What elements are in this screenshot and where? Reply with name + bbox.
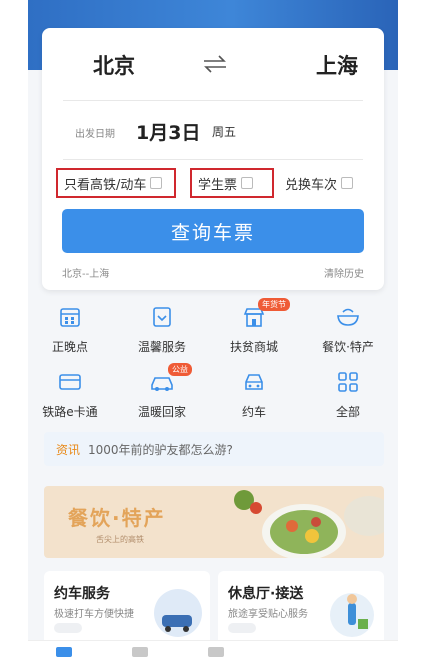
ticket-search-card: 北京 上海 出发日期 1月3日 周五 只看高铁/动车 学生票 兑换车次 查询车票… bbox=[42, 28, 384, 290]
bowl-icon bbox=[337, 308, 359, 326]
service-icon bbox=[153, 307, 171, 327]
service-label: 全部 bbox=[335, 405, 360, 419]
card-icon bbox=[59, 374, 81, 390]
ride-illustration bbox=[154, 589, 202, 637]
promo-subtitle: 舌尖上的高铁 bbox=[96, 535, 144, 544]
student-ticket-label: 学生票 bbox=[198, 177, 238, 193]
card-pill bbox=[54, 623, 82, 633]
food-image bbox=[234, 490, 384, 558]
divider bbox=[63, 159, 363, 160]
clear-history-link[interactable]: 清除历史 bbox=[324, 265, 364, 280]
service-tab-icon[interactable] bbox=[208, 647, 224, 657]
news-tag: 资讯 bbox=[56, 442, 81, 457]
calendar-icon bbox=[60, 308, 80, 327]
news-headline[interactable]: 1000年前的驴友都怎么游? bbox=[88, 441, 233, 458]
service-label: 正晚点 bbox=[51, 340, 88, 354]
exchange-train-option[interactable]: 兑换车次 bbox=[285, 168, 354, 198]
service-food[interactable]: 餐饮·特产 bbox=[308, 304, 388, 355]
service-poverty-mall[interactable]: 年货节 扶贫商城 bbox=[214, 298, 294, 355]
recent-search[interactable]: 北京--上海 bbox=[62, 265, 109, 280]
service-label: 约车 bbox=[241, 405, 266, 419]
card-title: 休息厅·接送 bbox=[228, 586, 304, 602]
exchange-train-checkbox[interactable] bbox=[341, 177, 354, 189]
divider bbox=[63, 100, 363, 101]
service-ecard[interactable]: 铁路e卡通 bbox=[30, 369, 110, 420]
gaotie-only-label: 只看高铁/动车 bbox=[64, 177, 147, 193]
to-city[interactable]: 上海 bbox=[316, 50, 358, 80]
card-subtitle: 极速打车方便快捷 bbox=[54, 609, 134, 620]
gaotie-only-checkbox[interactable] bbox=[150, 177, 163, 189]
lounge-illustration bbox=[330, 593, 374, 637]
card-title: 约车服务 bbox=[54, 586, 110, 602]
service-all[interactable]: 全部 bbox=[308, 369, 388, 420]
date-label: 出发日期 bbox=[75, 129, 115, 140]
service-ride[interactable]: 约车 bbox=[214, 369, 294, 420]
car-icon bbox=[245, 374, 263, 390]
service-label: 铁路e卡通 bbox=[42, 405, 98, 419]
service-warm[interactable]: 温馨服务 bbox=[122, 304, 202, 355]
service-label: 餐饮·特产 bbox=[322, 340, 374, 354]
service-warm-home[interactable]: 公益 温暖回家 bbox=[122, 363, 202, 420]
phone-screen: 北京 上海 出发日期 1月3日 周五 只看高铁/动车 学生票 兑换车次 查询车票… bbox=[28, 0, 398, 660]
promo-title: 餐饮·特产 bbox=[68, 506, 166, 530]
home-tab-icon[interactable] bbox=[56, 647, 72, 657]
from-city[interactable]: 北京 bbox=[93, 50, 135, 80]
departure-date[interactable]: 1月3日 bbox=[136, 118, 200, 145]
card-subtitle: 旅途享受贴心服务 bbox=[228, 609, 308, 620]
service-label: 温暖回家 bbox=[137, 405, 186, 419]
grid-icon bbox=[338, 372, 358, 392]
trip-tab-icon[interactable] bbox=[132, 647, 148, 657]
new-year-tag: 年货节 bbox=[258, 298, 290, 311]
service-label: 扶贫商城 bbox=[229, 340, 278, 354]
weekday: 周五 bbox=[212, 125, 237, 139]
charity-tag: 公益 bbox=[168, 363, 192, 376]
bottom-tab-bar bbox=[28, 640, 398, 660]
student-ticket-checkbox[interactable] bbox=[241, 177, 254, 189]
query-tickets-button[interactable]: 查询车票 bbox=[62, 209, 364, 253]
swap-icon[interactable] bbox=[200, 54, 230, 74]
card-pill bbox=[228, 623, 256, 633]
gaotie-only-option[interactable]: 只看高铁/动车 bbox=[56, 168, 176, 198]
news-bar[interactable]: 资讯 1000年前的驴友都怎么游? bbox=[44, 432, 384, 466]
service-label: 温馨服务 bbox=[137, 340, 186, 354]
service-punctuality[interactable]: 正晚点 bbox=[30, 304, 110, 355]
exchange-train-label: 兑换车次 bbox=[285, 177, 338, 193]
student-ticket-option[interactable]: 学生票 bbox=[190, 168, 274, 198]
food-promo-banner[interactable]: 餐饮·特产 舌尖上的高铁 bbox=[44, 486, 384, 558]
